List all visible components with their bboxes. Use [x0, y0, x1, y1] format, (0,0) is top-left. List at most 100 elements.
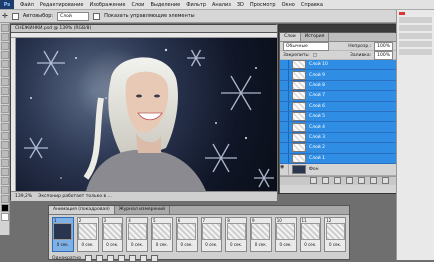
dock-header[interactable] — [279, 25, 397, 32]
autoselect-dropdown[interactable]: Слой — [57, 11, 90, 21]
animation-frame[interactable]: 50 сек. — [151, 217, 173, 252]
show-controls-checkbox[interactable] — [93, 12, 101, 20]
zoom-level[interactable]: 139,2% — [15, 194, 32, 199]
opacity-field[interactable]: 100% — [374, 41, 393, 51]
menu-select[interactable]: Выделение — [147, 2, 183, 8]
visibility-eye-icon[interactable] — [280, 153, 289, 163]
menu-image[interactable]: Изображение — [86, 2, 128, 8]
new-group-icon[interactable] — [358, 177, 365, 185]
frame-delay[interactable]: 0 сек. — [82, 242, 94, 247]
menu-view[interactable]: Просмотр — [247, 2, 279, 8]
move-tool-icon[interactable] — [1, 24, 9, 32]
menu-window[interactable]: Окно — [279, 2, 298, 8]
zoom-tool-icon[interactable] — [1, 195, 9, 203]
animation-frame[interactable]: 30 сек. — [101, 217, 124, 252]
image-canvas[interactable] — [16, 38, 277, 191]
layer-row[interactable]: Слой 7 — [280, 91, 396, 102]
shape-tool-icon[interactable] — [1, 177, 9, 185]
frame-delay[interactable]: 0 сек. — [304, 242, 316, 247]
menu-file[interactable]: Файл — [17, 2, 37, 8]
frame-delay[interactable]: 0 сек. — [205, 242, 217, 247]
visibility-eye-icon[interactable] — [280, 70, 289, 80]
frame-delay[interactable]: 0 сек. — [329, 242, 341, 247]
path-selection-tool-icon[interactable] — [1, 168, 9, 176]
pen-tool-icon[interactable] — [1, 150, 9, 158]
frame-delay[interactable]: 0 сек. — [156, 242, 168, 247]
trash-icon[interactable] — [382, 177, 389, 185]
blur-tool-icon[interactable] — [1, 132, 9, 140]
frame-delay[interactable]: 0 сек. — [106, 242, 118, 247]
background-color-swatch[interactable] — [1, 213, 9, 221]
visibility-eye-icon[interactable] — [280, 111, 289, 122]
layer-row[interactable]: Слой 4 — [280, 122, 396, 133]
visibility-eye-icon[interactable] — [280, 80, 289, 91]
menu-3d[interactable]: 3D — [234, 2, 247, 8]
blend-mode-dropdown[interactable]: Обычные — [283, 41, 329, 51]
layer-row[interactable]: Слой 8 — [280, 80, 396, 92]
fill-field[interactable]: 100% — [374, 50, 393, 60]
layer-row[interactable]: Слой 9 — [280, 70, 396, 81]
animation-frame[interactable]: 60 сек. — [175, 217, 198, 252]
link-layers-icon[interactable] — [310, 177, 317, 185]
animation-frame[interactable]: 70 сек. — [200, 217, 223, 252]
type-tool-icon[interactable] — [1, 159, 9, 167]
layer-row[interactable]: Слой 3 — [280, 132, 396, 144]
gradient-tool-icon[interactable] — [1, 123, 9, 131]
frame-delay[interactable]: 0 сек. — [230, 242, 242, 247]
visibility-eye-icon[interactable] — [280, 60, 289, 70]
crop-tool-icon[interactable] — [1, 60, 9, 68]
menu-analysis[interactable]: Анализ — [209, 2, 234, 8]
frame-delay[interactable]: 0 сек. — [57, 242, 69, 247]
layer-row[interactable]: Слой 1 — [280, 153, 396, 164]
autoselect-checkbox[interactable] — [11, 12, 19, 20]
visibility-eye-icon[interactable] — [280, 143, 289, 153]
move-tool-icon[interactable]: ✛ — [2, 12, 8, 20]
marquee-tool-icon[interactable] — [1, 33, 9, 41]
adjustment-layer-icon[interactable] — [346, 177, 353, 185]
clone-stamp-tool-icon[interactable] — [1, 96, 9, 104]
visibility-eye-icon[interactable] — [280, 91, 289, 101]
tab-measurement-log[interactable]: Журнал измерений — [115, 206, 171, 214]
frame-delay[interactable]: 0 сек. — [255, 242, 267, 247]
frame-delay[interactable]: 0 сек. — [181, 242, 193, 247]
menu-edit[interactable]: Редактирование — [37, 2, 87, 8]
tab-animation[interactable]: Анимация (покадровая) — [49, 206, 115, 214]
history-brush-tool-icon[interactable] — [1, 105, 9, 113]
add-mask-icon[interactable] — [334, 177, 341, 185]
layer-row[interactable]: Слой 10 — [280, 60, 396, 71]
eraser-tool-icon[interactable] — [1, 114, 9, 122]
tab-layers[interactable]: Слои — [280, 33, 301, 41]
menu-filter[interactable]: Фильтр — [183, 2, 209, 8]
animation-frame[interactable]: 11 0 сек. — [299, 217, 322, 252]
menu-layers[interactable]: Слои — [128, 2, 147, 8]
lasso-tool-icon[interactable] — [1, 42, 9, 50]
hand-tool-icon[interactable] — [1, 186, 9, 194]
layer-style-icon[interactable] — [322, 177, 329, 185]
frame-delay[interactable]: 0 сек. — [131, 242, 143, 247]
layer-row[interactable]: Слой 2 — [280, 143, 396, 154]
lock-icon[interactable]: □ — [313, 53, 317, 58]
animation-frame[interactable]: 10 сек. — [52, 217, 74, 252]
animation-frame[interactable]: 20 сек. — [76, 217, 99, 252]
tab-history[interactable]: История — [301, 33, 330, 41]
foreground-color-swatch[interactable] — [1, 204, 9, 212]
visibility-eye-icon[interactable] — [280, 163, 289, 175]
animation-frame[interactable]: 12 0 сек. — [324, 217, 346, 252]
duplicate-frame-icon[interactable] — [140, 254, 147, 262]
frame-delay[interactable]: 0 сек. — [280, 242, 292, 247]
trash-icon[interactable] — [151, 254, 158, 262]
visibility-eye-icon[interactable] — [280, 122, 289, 132]
tween-icon[interactable] — [129, 254, 136, 262]
visibility-eye-icon[interactable] — [280, 132, 289, 143]
visibility-eye-icon[interactable] — [280, 101, 289, 111]
animation-frame[interactable]: 90 сек. — [250, 217, 272, 252]
magic-wand-tool-icon[interactable] — [1, 51, 9, 59]
eyedropper-tool-icon[interactable] — [1, 69, 9, 77]
play-icon[interactable] — [107, 254, 114, 262]
new-layer-icon[interactable] — [370, 177, 377, 185]
animation-frame[interactable]: 10 0 сек. — [274, 217, 297, 252]
dodge-tool-icon[interactable] — [1, 141, 9, 149]
next-frame-icon[interactable] — [118, 254, 125, 262]
animation-frame[interactable]: 80 сек. — [225, 217, 247, 252]
menu-help[interactable]: Справка — [298, 2, 326, 8]
